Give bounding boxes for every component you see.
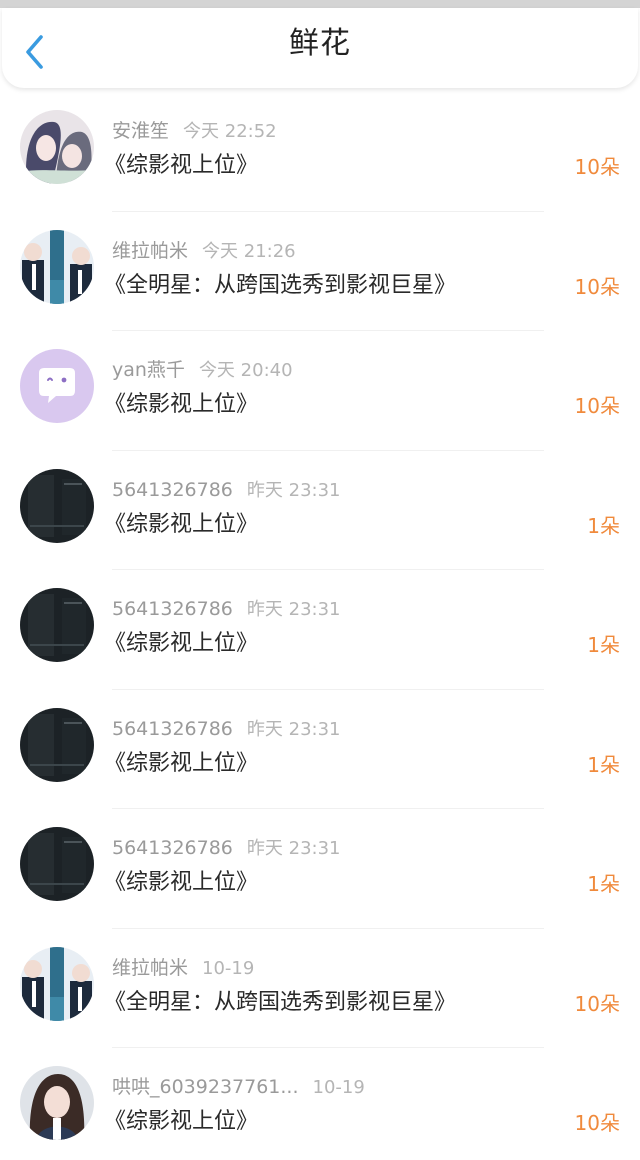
flower-count: 1朵	[587, 872, 620, 896]
book-title[interactable]: 《综影视上位》	[104, 150, 258, 182]
list-item[interactable]: 5641326786 昨天 23:31 《综影视上位》 1朵	[0, 451, 640, 570]
page-title: 鲜花	[289, 26, 351, 61]
book-title[interactable]: 《全明星：从跨国选秀到影视巨星》	[104, 270, 456, 302]
flower-count: 1朵	[587, 633, 620, 657]
list-item[interactable]: 5641326786 昨天 23:31 《综影视上位》 1朵	[0, 809, 640, 929]
avatar[interactable]	[20, 468, 94, 543]
avatar-image	[20, 707, 94, 782]
flower-count: 10朵	[574, 274, 620, 299]
avatar[interactable]	[20, 827, 94, 901]
sender-name[interactable]: 5641326786	[112, 718, 233, 740]
flower-count: 1朵	[587, 513, 620, 538]
book-title[interactable]: 《综影视上位》	[104, 748, 258, 780]
book-title[interactable]: 《综影视上位》	[104, 867, 258, 899]
flower-count: 10朵	[574, 155, 620, 179]
list-item[interactable]: 维拉帕米 10-19 《全明星：从跨国选秀到影视巨星》 10朵	[0, 929, 640, 1048]
avatar-image	[20, 468, 94, 543]
avatar-image	[20, 229, 94, 304]
timestamp: 今天 22:52	[183, 121, 277, 142]
book-title[interactable]: 《综影视上位》	[104, 509, 258, 541]
avatar[interactable]	[20, 229, 94, 304]
timestamp: 今天 21:26	[202, 240, 296, 262]
avatar[interactable]	[20, 1066, 94, 1140]
sender-name[interactable]: 维拉帕米	[112, 957, 188, 979]
flower-count: 1朵	[587, 752, 620, 777]
list-item[interactable]: yan燕千 今天 20:40 《综影视上位》 10朵	[0, 331, 640, 451]
sender-name[interactable]: 安淮笙	[112, 120, 169, 142]
list-item[interactable]: 5641326786 昨天 23:31 《综影视上位》 1朵	[0, 690, 640, 809]
avatar[interactable]	[20, 110, 94, 184]
avatar[interactable]	[20, 946, 94, 1021]
flower-count: 10朵	[574, 394, 620, 418]
book-title[interactable]: 《全明星：从跨国选秀到影视巨星》	[104, 987, 456, 1019]
list-item[interactable]: 5641326786 昨天 23:31 《综影视上位》 1朵	[0, 570, 640, 690]
book-title[interactable]: 《综影视上位》	[104, 389, 258, 421]
sender-name[interactable]: 5641326786	[112, 837, 233, 859]
avatar-image	[20, 110, 94, 184]
flower-count: 10朵	[574, 991, 620, 1016]
timestamp: 昨天 23:31	[246, 718, 341, 740]
sender-name[interactable]: yan燕千	[112, 359, 185, 381]
avatar[interactable]	[20, 588, 94, 662]
avatar[interactable]	[20, 707, 94, 782]
timestamp: 10-19	[312, 1077, 365, 1098]
list-item[interactable]: 安淮笙 今天 22:52 《综影视上位》 10朵	[0, 92, 640, 212]
timestamp: 10-19	[202, 957, 255, 979]
avatar-image	[20, 1066, 94, 1140]
book-title[interactable]: 《综影视上位》	[104, 1106, 258, 1138]
timestamp: 昨天 23:31	[246, 599, 341, 620]
flower-list: 安淮笙 今天 22:52 《综影视上位》 10朵 维拉帕米 今天 21:26 《全明…	[0, 92, 640, 1160]
book-title[interactable]: 《综影视上位》	[104, 628, 258, 660]
sender-name[interactable]: 维拉帕米	[112, 240, 188, 262]
avatar-image	[20, 946, 94, 1021]
timestamp: 昨天 23:31	[246, 838, 341, 859]
sender-name[interactable]: 哄哄_6039237761...	[112, 1076, 299, 1098]
timestamp: 昨天 23:31	[246, 479, 341, 501]
sender-name[interactable]: 5641326786	[112, 479, 233, 501]
timestamp: 今天 20:40	[198, 360, 293, 381]
avatar-image	[20, 588, 94, 662]
avatar[interactable]	[20, 349, 94, 423]
chat-bubble-icon	[20, 349, 94, 423]
list-item[interactable]: 哄哄_6039237761... 10-19 《综影视上位》 10朵	[0, 1048, 640, 1160]
flower-count: 10朵	[574, 1111, 620, 1135]
list-item[interactable]: 维拉帕米 今天 21:26 《全明星：从跨国选秀到影视巨星》 10朵	[0, 212, 640, 331]
avatar-image	[20, 827, 94, 901]
sender-name[interactable]: 5641326786	[112, 598, 233, 620]
